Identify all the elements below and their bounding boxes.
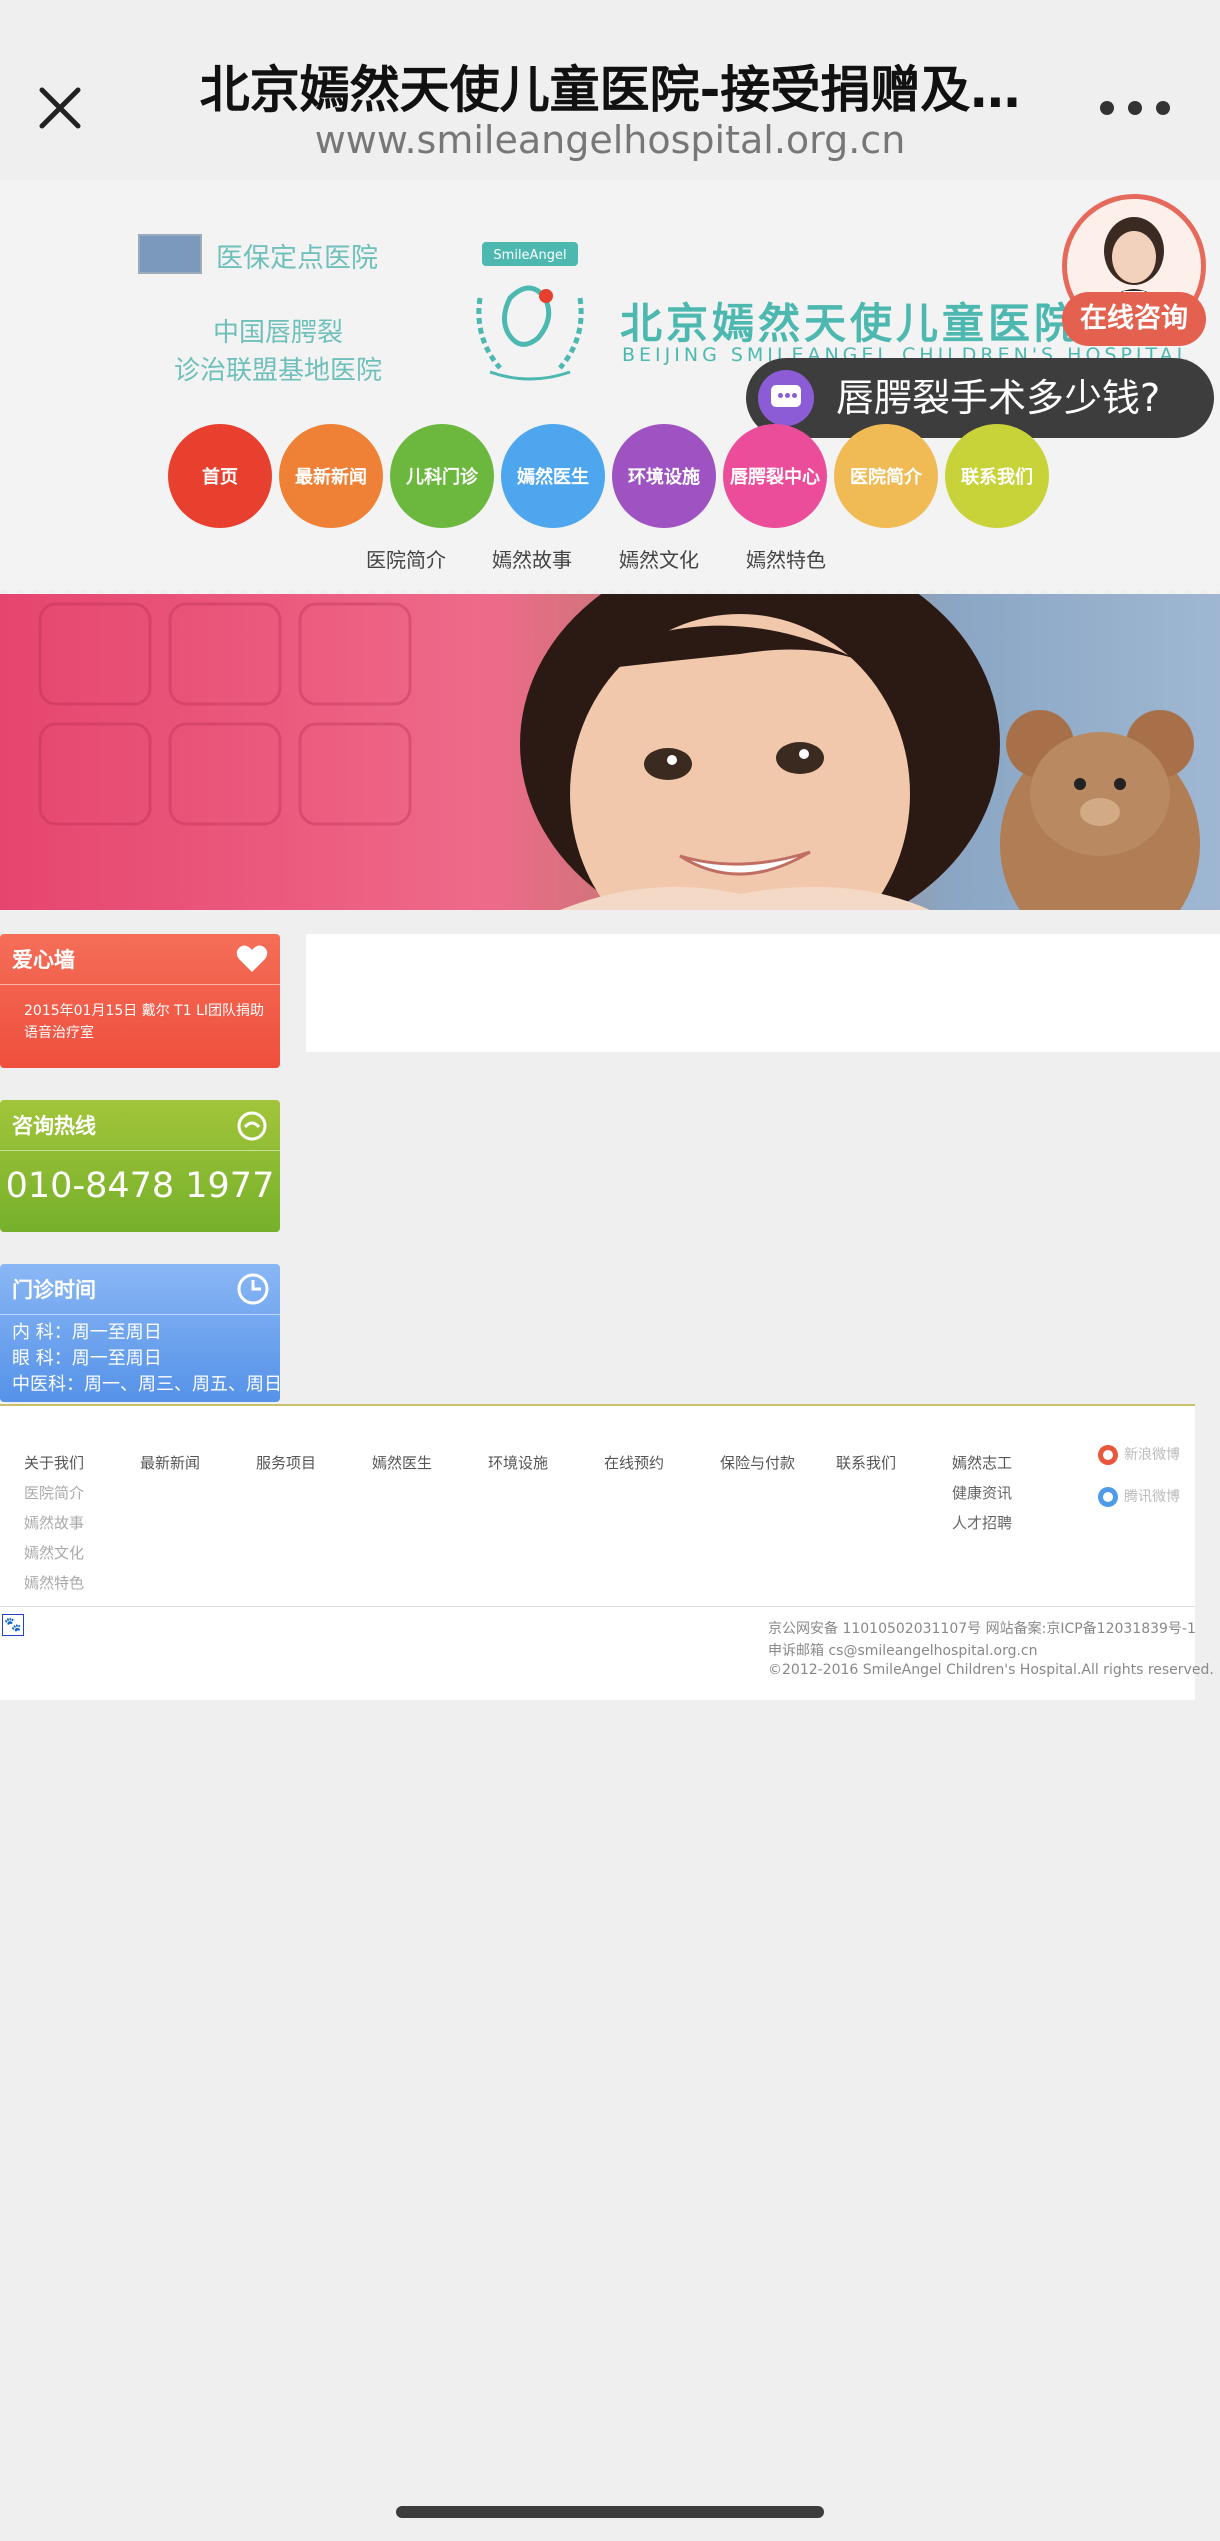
site-header: 医保定点医院 中国唇腭裂 诊治联盟基地医院 SmileAngel 北京嫣然天使儿… bbox=[0, 180, 1220, 595]
love-wall-panel[interactable]: 爱心墙 2015年01月15日 戴尔 T1 LI团队捐助语音治疗室 bbox=[0, 934, 280, 1068]
footer-link[interactable]: 嫣然故事 bbox=[24, 1508, 84, 1538]
weibo-icon bbox=[1098, 1445, 1118, 1465]
nav-news[interactable]: 最新新闻 bbox=[279, 424, 383, 528]
nav-about-label: 医院简介 bbox=[850, 467, 922, 488]
hospital-name-cn: 北京嫣然天使儿童医院 bbox=[620, 299, 1081, 348]
panel-divider bbox=[0, 1314, 280, 1315]
weibo-tencent-link[interactable]: 腾讯微博 bbox=[1098, 1486, 1180, 1507]
alliance-label-line2: 诊治联盟基地医院 bbox=[173, 356, 382, 386]
main-content-area bbox=[306, 934, 1220, 1052]
nav-about[interactable]: 医院简介 bbox=[834, 424, 938, 528]
chat-bubble-icon bbox=[758, 370, 814, 426]
subnav-features[interactable]: 嫣然特色 bbox=[746, 544, 826, 573]
close-button[interactable] bbox=[28, 76, 92, 140]
weibo-tencent-label: 腾讯微博 bbox=[1124, 1489, 1180, 1505]
more-dot-icon bbox=[1156, 101, 1170, 115]
price-question-text: 唇腭裂手术多少钱? bbox=[836, 376, 1161, 420]
footer-link[interactable]: 保险与付款 bbox=[720, 1448, 795, 1478]
subnav-story[interactable]: 嫣然故事 bbox=[492, 544, 572, 573]
hotline-panel: 咨询热线 010-8478 1977 bbox=[0, 1100, 280, 1232]
footer-col-booking: 在线预约 bbox=[604, 1448, 664, 1478]
page-title: 北京嫣然天使儿童医院-接受捐赠及… bbox=[199, 61, 1021, 119]
nav-cleft-center[interactable]: 唇腭裂中心 bbox=[723, 424, 827, 528]
clinic-hours-panel: 门诊时间 内 科：周一至周日 眼 科：周一至周日 中医科：周一、周三、周五、周日 bbox=[0, 1264, 280, 1402]
footer-col-insurance: 保险与付款 bbox=[720, 1448, 795, 1478]
browser-top-bar: 北京嫣然天使儿童医院-接受捐赠及… www.smileangelhospital… bbox=[0, 0, 1220, 180]
footer-link[interactable]: 嫣然志工 bbox=[952, 1448, 1012, 1478]
phone-icon bbox=[237, 1111, 267, 1141]
close-icon bbox=[39, 87, 81, 129]
home-indicator[interactable] bbox=[396, 2506, 824, 2518]
panel-divider bbox=[0, 1150, 280, 1151]
nav-cleft-center-label: 唇腭裂中心 bbox=[730, 467, 820, 488]
svg-text:SmileAngel: SmileAngel bbox=[493, 248, 566, 263]
clinic-hours-line: 中医科：周一、周三、周五、周日 bbox=[12, 1374, 280, 1395]
site-footer: 关于我们 医院简介 嫣然故事 嫣然文化 嫣然特色 最新新闻 服务项目 嫣然医生 … bbox=[0, 1404, 1214, 1700]
hospital-logo-icon[interactable]: SmileAngel bbox=[460, 238, 600, 388]
yibao-emblem-icon bbox=[138, 234, 202, 274]
footer-copyright: ©2012-2016 SmileAngel Children's Hospita… bbox=[768, 1662, 1214, 1678]
footer-link[interactable]: 医院简介 bbox=[24, 1478, 84, 1508]
footer-col-news: 最新新闻 bbox=[140, 1448, 200, 1478]
clinic-hours-title: 门诊时间 bbox=[12, 1278, 96, 1302]
nav-pediatrics[interactable]: 儿科门诊 bbox=[390, 424, 494, 528]
nav-contact[interactable]: 联系我们 bbox=[945, 424, 1049, 528]
footer-link[interactable]: 人才招聘 bbox=[952, 1508, 1012, 1538]
clock-icon bbox=[237, 1273, 269, 1305]
footer-col-doctors: 嫣然医生 bbox=[372, 1448, 432, 1478]
alliance-label-line1: 中国唇腭裂 bbox=[212, 318, 343, 348]
clinic-hours-line: 内 科：周一至周日 bbox=[12, 1322, 162, 1343]
panel-divider bbox=[0, 984, 280, 985]
footer-col-about: 关于我们 医院简介 嫣然故事 嫣然文化 嫣然特色 bbox=[24, 1448, 84, 1598]
more-dot-icon bbox=[1128, 101, 1142, 115]
hero-banner bbox=[0, 594, 1220, 910]
clinic-hours-line: 眼 科：周一至周日 bbox=[12, 1348, 162, 1369]
nav-facilities[interactable]: 环境设施 bbox=[612, 424, 716, 528]
footer-divider bbox=[0, 1606, 1195, 1607]
tencent-weibo-icon bbox=[1098, 1487, 1118, 1507]
footer-link[interactable]: 在线预约 bbox=[604, 1448, 664, 1478]
footer-link[interactable]: 关于我们 bbox=[24, 1448, 84, 1478]
footer-col-contact: 联系我们 bbox=[836, 1448, 896, 1478]
love-wall-entry[interactable]: 2015年01月15日 戴尔 T1 LI团队捐助语音治疗室 bbox=[24, 1000, 274, 1044]
footer-link[interactable]: 嫣然文化 bbox=[24, 1538, 84, 1568]
weibo-sina-link[interactable]: 新浪微博 bbox=[1098, 1444, 1180, 1465]
online-consult-button[interactable]: 在线咨询 bbox=[1062, 292, 1206, 346]
website-content: 医保定点医院 中国唇腭裂 诊治联盟基地医院 SmileAngel 北京嫣然天使儿… bbox=[0, 180, 1220, 1700]
heart-icon bbox=[236, 945, 268, 972]
footer-col-facilities: 环境设施 bbox=[488, 1448, 548, 1478]
footer-link[interactable]: 健康资讯 bbox=[952, 1478, 1012, 1508]
footer-col-services: 服务项目 bbox=[256, 1448, 316, 1478]
more-options-button[interactable] bbox=[1100, 96, 1170, 120]
nav-pediatrics-label: 儿科门诊 bbox=[406, 467, 478, 488]
subnav-intro[interactable]: 医院简介 bbox=[366, 544, 446, 573]
footer-link[interactable]: 联系我们 bbox=[836, 1448, 896, 1478]
nav-news-label: 最新新闻 bbox=[295, 467, 367, 488]
hotline-number[interactable]: 010-8478 1977 bbox=[0, 1166, 280, 1206]
nav-doctors-label: 嫣然医生 bbox=[517, 467, 589, 488]
hero-child-photo bbox=[38, 594, 1200, 910]
nav-contact-label: 联系我们 bbox=[961, 467, 1033, 488]
nav-home[interactable]: 首页 bbox=[168, 424, 272, 528]
footer-link[interactable]: 服务项目 bbox=[256, 1448, 316, 1478]
subnav-culture[interactable]: 嫣然文化 bbox=[619, 544, 699, 573]
love-wall-title: 爱心墙 bbox=[12, 948, 75, 972]
footer-link[interactable]: 环境设施 bbox=[488, 1448, 548, 1478]
weibo-sina-label: 新浪微博 bbox=[1124, 1447, 1180, 1463]
footer-email[interactable]: 申诉邮箱 cs@smileangelhospital.org.cn bbox=[768, 1640, 1038, 1660]
more-dot-icon bbox=[1100, 101, 1114, 115]
footer-link[interactable]: 嫣然医生 bbox=[372, 1448, 432, 1478]
page-url: www.smileangelhospital.org.cn bbox=[314, 118, 906, 162]
footer-col-volunteer: 嫣然志工 健康资讯 人才招聘 bbox=[952, 1448, 1012, 1538]
footer-icp: 京公网安备 11010502031107号 网站备案:京ICP备12031839… bbox=[768, 1621, 1196, 1637]
nav-home-label: 首页 bbox=[202, 467, 238, 488]
nav-facilities-label: 环境设施 bbox=[628, 467, 700, 488]
yibao-label: 医保定点医院 bbox=[216, 243, 378, 274]
hotline-title: 咨询热线 bbox=[12, 1114, 96, 1138]
nav-doctors[interactable]: 嫣然医生 bbox=[501, 424, 605, 528]
footer-link[interactable]: 嫣然特色 bbox=[24, 1568, 84, 1598]
baidu-paw-icon[interactable]: 🐾 bbox=[2, 1614, 24, 1636]
footer-link[interactable]: 最新新闻 bbox=[140, 1448, 200, 1478]
